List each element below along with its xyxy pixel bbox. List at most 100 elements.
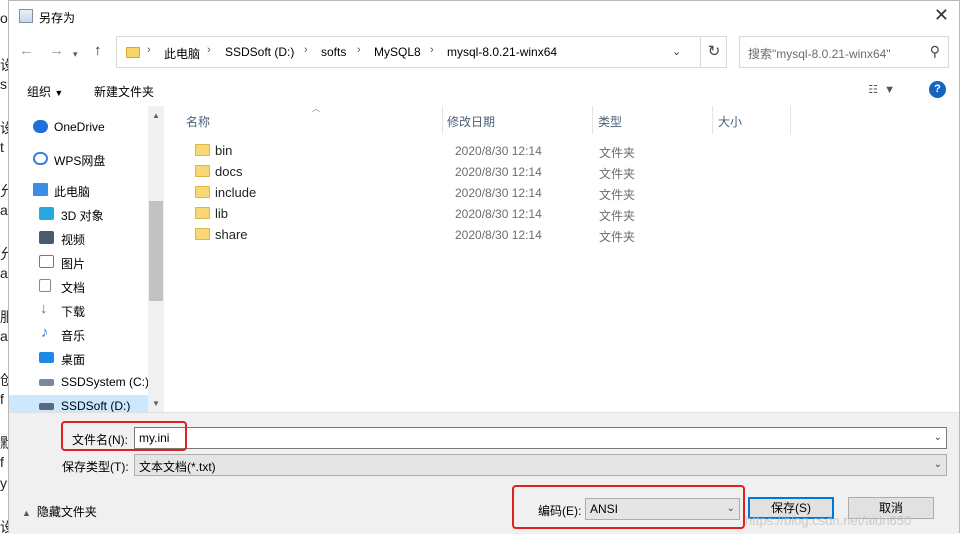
sidebar-item-wps[interactable]: WPS网盘 [9,148,149,170]
close-icon[interactable]: ✕ [934,6,949,24]
view-options-icon[interactable]: ☷ ▼ [868,83,895,96]
folder-icon [195,207,210,219]
filename-field[interactable]: my.ini ⌄ [134,427,947,449]
up-arrow-icon[interactable]: ↑ [94,42,102,60]
title-bar[interactable]: 另存为 ✕ [9,1,959,32]
sidebar-item-drive-d[interactable]: SSDSoft (D:) [9,395,149,412]
breadcrumb-mysql8[interactable]: MySQL8 [374,45,421,59]
sidebar-item-music[interactable]: ♪ 音乐 [9,323,149,345]
breadcrumb-mysql-folder[interactable]: mysql-8.0.21-winx64 [447,45,557,59]
back-arrow-icon[interactable]: ← [19,42,34,60]
sidebar-item-onedrive[interactable]: OneDrive [9,116,149,138]
refresh-icon[interactable]: ↻ [700,37,727,67]
breadcrumb-this-pc[interactable]: 此电脑 [164,45,200,62]
file-type: 文件夹 [599,230,636,244]
breadcrumb-drive-d[interactable]: SSDSoft (D:) [225,45,294,59]
chevron-right-icon[interactable]: › [357,44,361,56]
sidebar-item-label: SSDSoft (D:) [61,399,131,412]
column-divider[interactable] [592,106,593,134]
scrollbar-thumb[interactable] [149,201,163,301]
folder-icon [195,144,210,156]
chevron-down-icon[interactable]: ⌄ [672,45,681,58]
chevron-right-icon[interactable]: › [207,44,211,56]
search-input[interactable]: 搜索"mysql-8.0.21-winx64" [748,45,891,62]
new-folder-button[interactable]: 新建文件夹 [94,83,154,100]
column-header-date[interactable]: 修改日期 [447,113,495,130]
sidebar-item-pictures[interactable]: 图片 [9,251,149,273]
file-name: include [215,185,257,200]
sidebar-scrollbar[interactable]: ▲ ▼ [148,106,164,412]
save-dialog-icon [19,9,33,23]
organize-label: 组织 [27,85,52,99]
save-type-select[interactable]: 文本文档(*.txt) ⌄ [134,454,947,476]
column-header-size[interactable]: 大小 [718,113,742,130]
organize-button[interactable]: 组织 ▼ [27,83,63,100]
chevron-down-icon[interactable]: ⌄ [934,432,942,443]
file-type: 文件夹 [599,188,636,202]
file-date: 2020/8/30 12:14 [455,144,542,158]
forward-arrow-icon[interactable]: → [49,42,64,60]
sidebar-item-label: 视频 [61,233,86,247]
folder-icon [195,165,210,177]
bg-glyph: s [0,76,7,92]
drive-icon [39,379,54,386]
sidebar-item-label: SSDSystem (C:) [61,375,150,389]
bg-glyph: t [0,139,4,155]
folder-icon [195,228,210,240]
file-name: bin [215,143,233,158]
scroll-up-icon[interactable]: ▲ [152,111,160,120]
chevron-right-icon[interactable]: › [304,44,308,56]
bg-glyph: a [0,265,8,281]
scroll-down-icon[interactable]: ▼ [152,399,160,408]
file-date: 2020/8/30 12:14 [455,186,542,200]
breadcrumb-softs[interactable]: softs [321,45,346,59]
recent-locations-chevron-icon[interactable]: ▾ [73,45,78,63]
hide-folders-toggle[interactable]: ▲ 隐藏文件夹 [22,503,97,520]
sidebar-item-label: 文档 [61,281,86,295]
file-row[interactable]: share 2020/8/30 12:14 文件夹 [164,224,764,245]
search-icon[interactable]: ⚲ [930,43,940,60]
file-name: docs [215,164,243,179]
sidebar-item-desktop[interactable]: 桌面 [9,347,149,369]
file-row[interactable]: lib 2020/8/30 12:14 文件夹 [164,203,764,224]
file-row[interactable]: include 2020/8/30 12:14 文件夹 [164,182,764,203]
column-header-type[interactable]: 类型 [598,113,622,130]
file-date: 2020/8/30 12:14 [455,228,542,242]
file-name: share [215,227,248,242]
sidebar-item-documents[interactable]: 文档 [9,275,149,297]
help-icon[interactable]: ? [929,81,946,98]
sidebar-item-drive-c[interactable]: SSDSystem (C:) [9,371,149,393]
column-divider[interactable] [712,106,713,134]
chevron-down-icon: ▼ [54,88,64,98]
sidebar-item-3d-objects[interactable]: 3D 对象 [9,203,149,225]
bg-glyph: f [0,391,4,407]
save-as-dialog: 另存为 ✕ ← → ▾ ↑ › 此电脑 › SSDSoft (D:) › sof… [8,0,960,534]
bg-glyph: a [0,328,8,344]
file-row[interactable]: docs 2020/8/30 12:14 文件夹 [164,161,764,182]
sidebar-item-downloads[interactable]: ↓ 下载 [9,299,149,321]
column-divider[interactable] [442,106,443,134]
column-divider[interactable] [790,106,791,134]
folder-icon [195,186,210,198]
sidebar-item-label: 此电脑 [54,185,91,199]
chevron-right-icon[interactable]: › [147,44,151,56]
file-row[interactable]: bin 2020/8/30 12:14 文件夹 [164,140,764,161]
chevron-right-icon[interactable]: › [430,44,434,56]
search-box[interactable]: 搜索"mysql-8.0.21-winx64" ⚲ [739,36,949,68]
save-type-label: 保存类型(T): [62,460,129,474]
film-icon [39,231,54,244]
bg-glyph: a [0,202,8,218]
sidebar-item-label: 图片 [61,257,86,271]
file-list: ︿ 名称 修改日期 类型 大小 bin 2020/8/30 12:14 文件夹 … [164,104,959,412]
column-header-name[interactable]: 名称 [186,113,210,130]
filename-highlight-box [61,421,187,451]
navigation-bar: ← → ▾ ↑ › 此电脑 › SSDSoft (D:) › softs › M… [9,32,959,72]
chevron-down-icon[interactable]: ⌄ [934,459,942,470]
sidebar-item-videos[interactable]: 视频 [9,227,149,249]
cloud-icon [33,120,48,133]
sidebar-item-this-pc[interactable]: 此电脑 [9,179,149,201]
address-bar[interactable]: › 此电脑 › SSDSoft (D:) › softs › MySQL8 › … [116,36,727,68]
save-type-value: 文本文档(*.txt) [139,460,216,474]
encoding-save-highlight-box [512,485,745,529]
cloud-outline-icon [33,152,48,165]
